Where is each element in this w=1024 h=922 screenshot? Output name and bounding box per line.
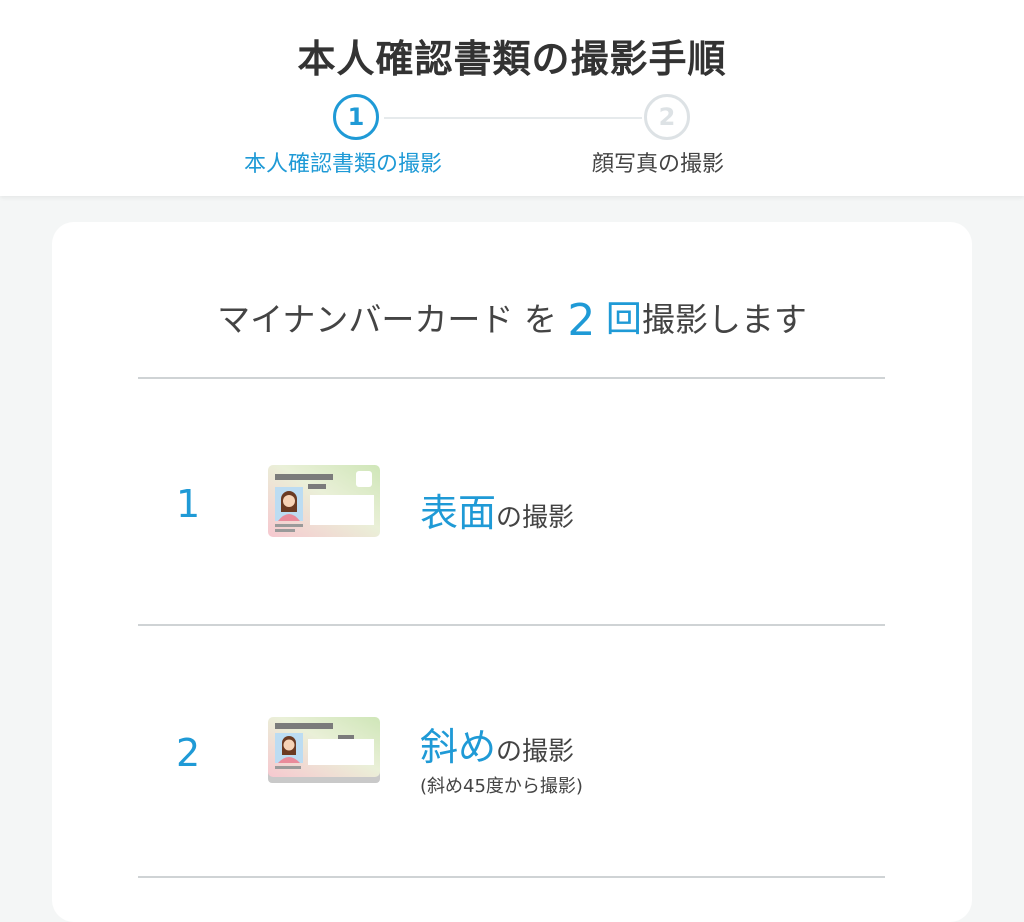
row-2-number: 2 — [176, 731, 201, 775]
row-1-highlight: 表面 — [420, 491, 497, 535]
divider-bottom — [138, 876, 885, 878]
step-2-indicator: 2 — [644, 94, 690, 140]
headline-unit: 回 — [605, 299, 642, 340]
step-1-indicator: 1 — [333, 94, 379, 140]
headline-particle: を — [513, 300, 568, 339]
row-2-title: 斜めの撮影 — [420, 716, 574, 771]
row-1-suffix: の撮影 — [496, 503, 575, 533]
headline-suffix: 撮影します — [641, 300, 807, 339]
id-card-angled-icon — [268, 717, 380, 783]
headline-count: 2 — [567, 295, 596, 346]
divider-top — [138, 377, 885, 379]
row-2-suffix: の撮影 — [496, 737, 575, 767]
row-1-number: 1 — [176, 482, 201, 526]
step-1-label: 本人確認書類の撮影 — [244, 152, 443, 177]
stepper-line — [384, 117, 642, 119]
divider-middle — [138, 624, 885, 626]
id-card-front-icon — [268, 465, 380, 537]
step-2-label: 顔写真の撮影 — [592, 152, 725, 177]
headline-doc: マイナンバーカード — [217, 300, 514, 339]
row-2-note: (斜め45度から撮影) — [420, 776, 583, 797]
row-2-highlight: 斜め — [420, 725, 497, 769]
header: 本人確認書類の撮影手順 1 2 本人確認書類の撮影 顔写真の撮影 — [0, 0, 1024, 196]
row-1-title: 表面の撮影 — [420, 482, 574, 537]
headline: マイナンバーカード を 2 回撮影します — [0, 290, 1024, 346]
page-title: 本人確認書類の撮影手順 — [297, 37, 727, 81]
